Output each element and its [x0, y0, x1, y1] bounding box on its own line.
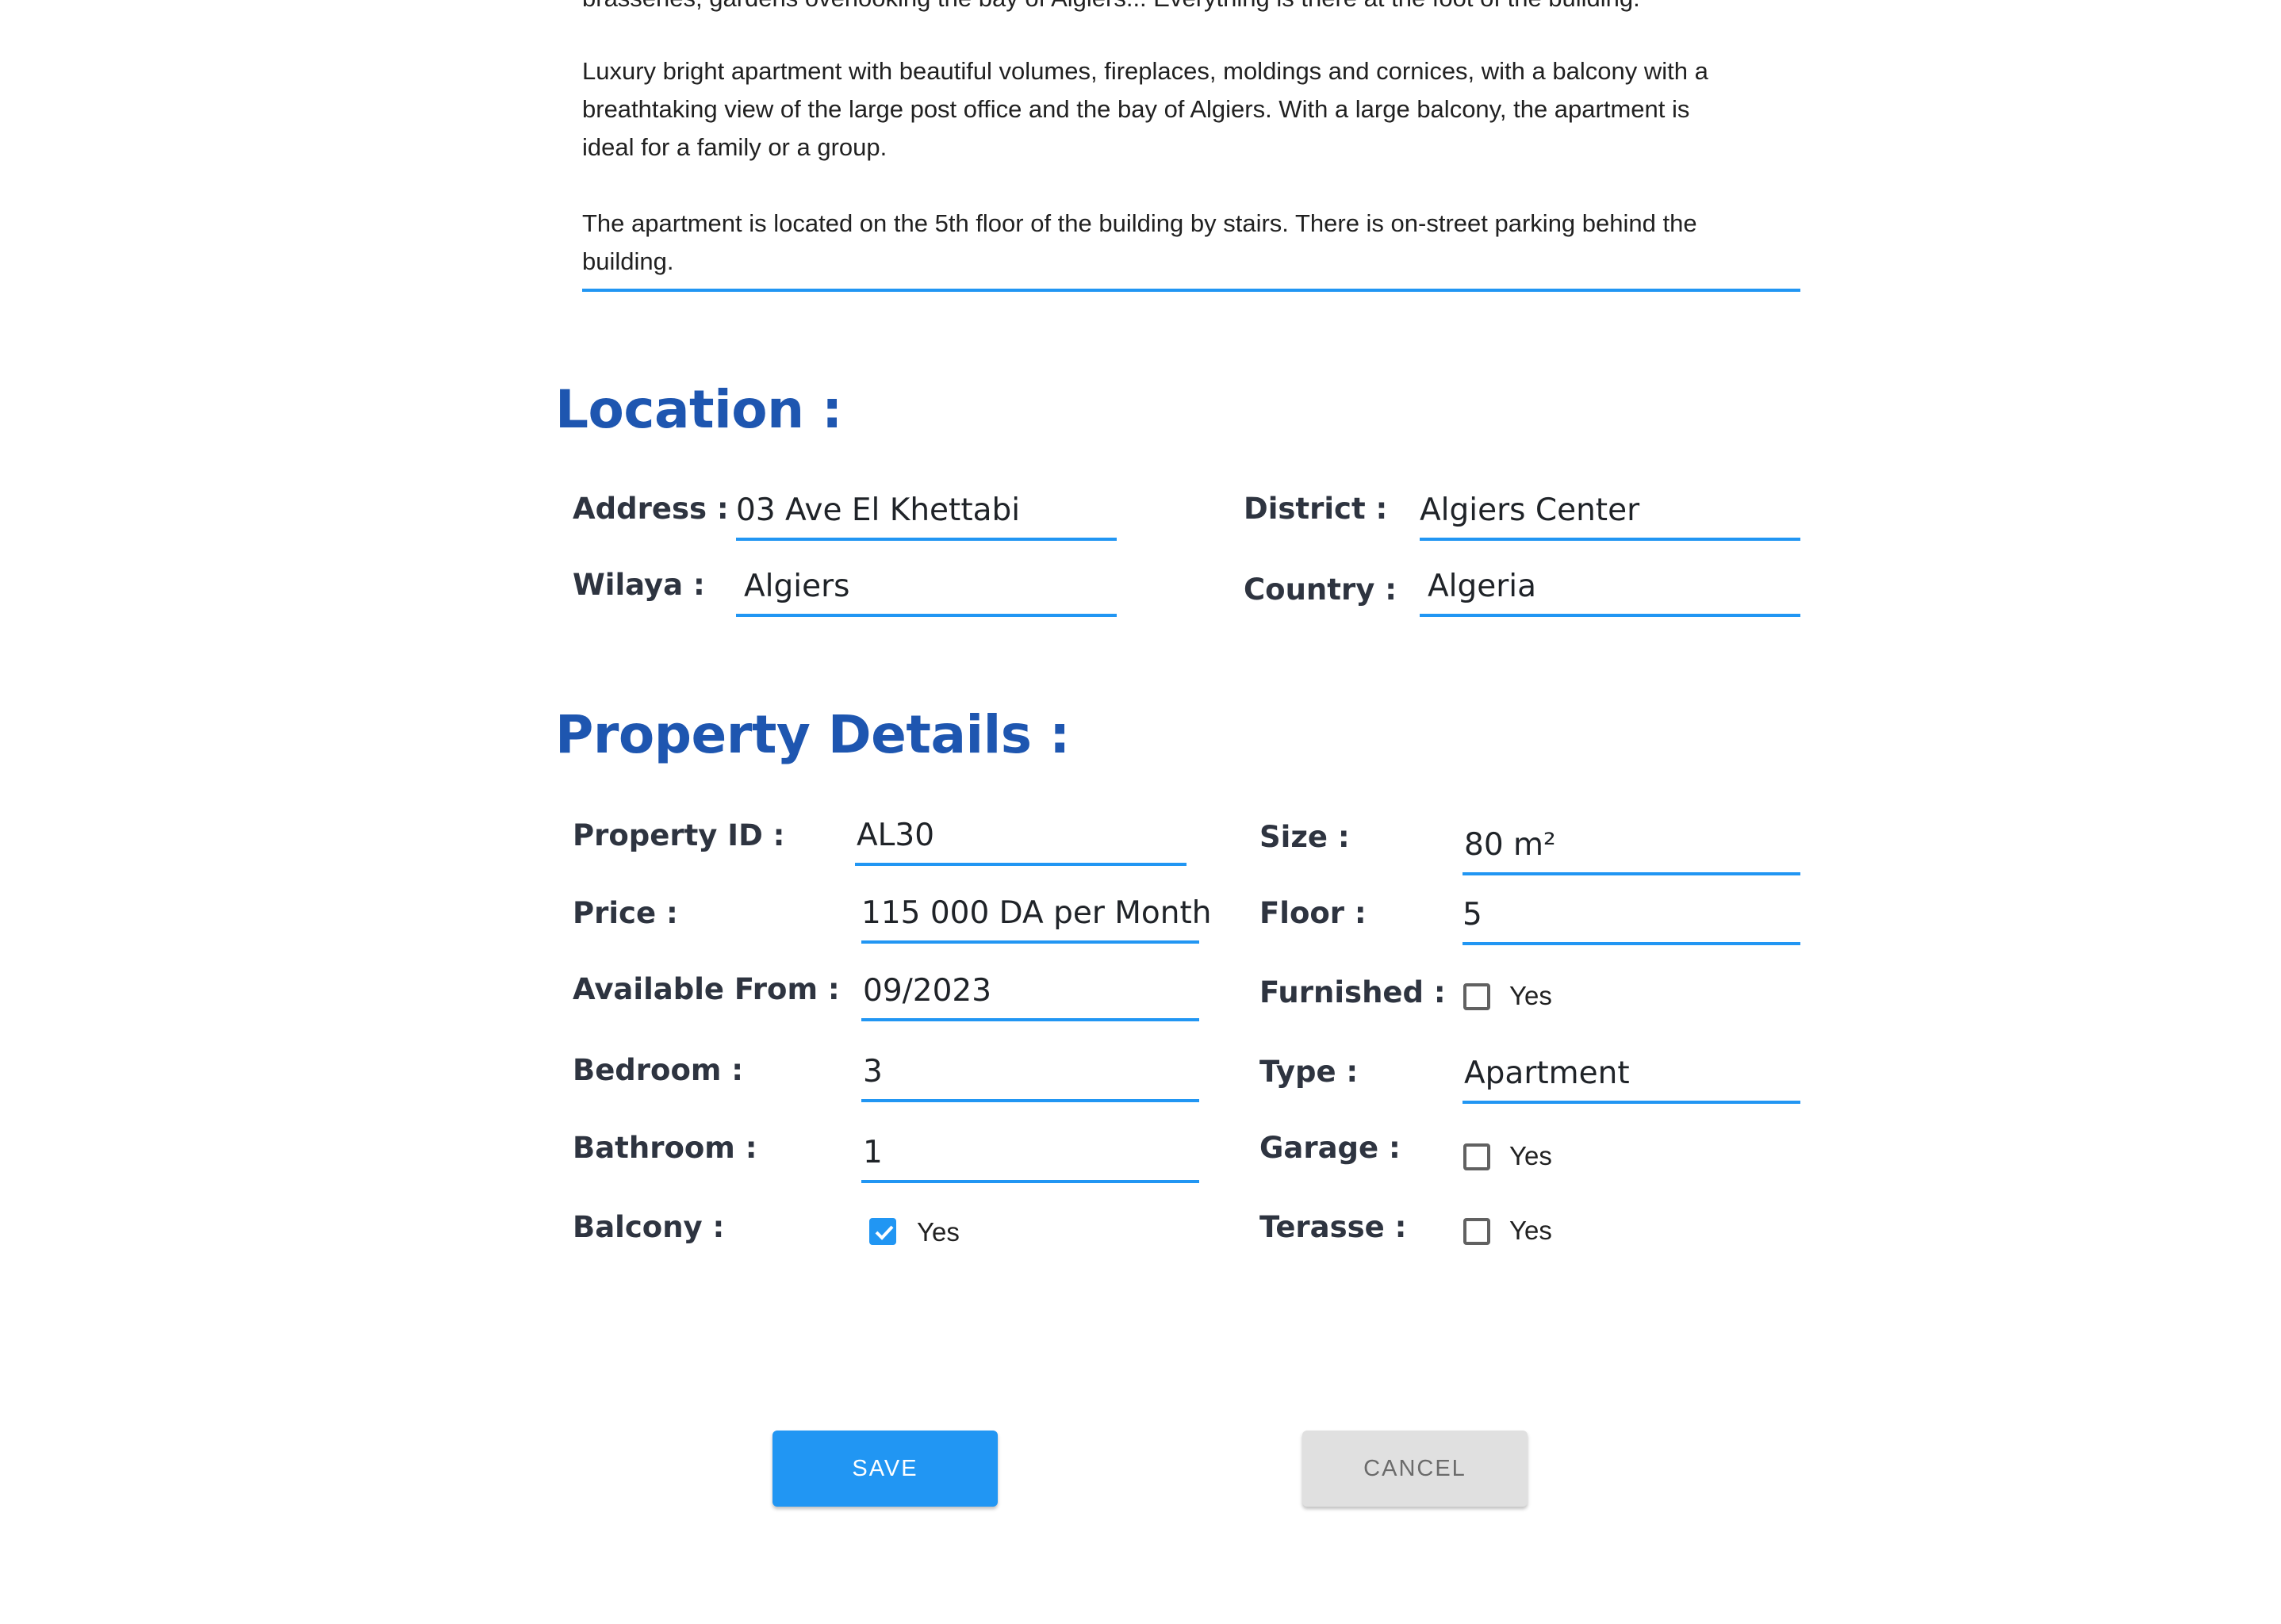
- bathroom-label: Bathroom :: [573, 1131, 757, 1165]
- description-line: building.: [582, 247, 674, 275]
- property-id-label: Property ID :: [573, 818, 785, 852]
- furnished-option-label: Yes: [1509, 981, 1552, 1010]
- available-from-input[interactable]: 09/2023: [861, 971, 1199, 1021]
- bedroom-label: Bedroom :: [573, 1053, 744, 1087]
- type-input[interactable]: Apartment: [1463, 1053, 1800, 1104]
- balcony-checkbox[interactable]: [869, 1218, 896, 1245]
- wilaya-value: Algiers: [744, 569, 850, 604]
- floor-label: Floor :: [1259, 896, 1367, 930]
- description-line: breathtaking view of the large post offi…: [582, 95, 1690, 123]
- district-input[interactable]: Algiers Center: [1420, 490, 1800, 541]
- bedroom-input[interactable]: 3: [861, 1051, 1199, 1102]
- floor-input[interactable]: 5: [1463, 894, 1800, 945]
- description-textarea[interactable]: brasseries, gardens overlooking the bay …: [582, 0, 1800, 292]
- terasse-option-label: Yes: [1509, 1216, 1552, 1245]
- wilaya-input[interactable]: Algiers: [736, 566, 1117, 617]
- wilaya-label: Wilaya :: [573, 568, 705, 602]
- size-label: Size :: [1259, 820, 1350, 854]
- furnished-checkbox[interactable]: [1463, 983, 1490, 1010]
- property-details-heading: Property Details :: [555, 704, 1070, 765]
- bathroom-input[interactable]: 1: [861, 1132, 1199, 1183]
- address-label: Address :: [573, 492, 729, 526]
- checkmark-icon: [875, 1225, 894, 1240]
- price-label: Price :: [573, 896, 678, 930]
- balcony-label: Balcony :: [573, 1210, 725, 1244]
- balcony-option-label: Yes: [917, 1217, 960, 1247]
- save-button[interactable]: SAVE: [772, 1431, 998, 1507]
- country-input[interactable]: Algeria: [1420, 566, 1800, 617]
- description-line: Luxury bright apartment with beautiful v…: [582, 57, 1708, 85]
- property-id-value: AL30: [857, 818, 935, 853]
- district-label: District :: [1244, 492, 1388, 526]
- size-value: 80 m²: [1464, 827, 1556, 863]
- terasse-label: Terasse :: [1259, 1210, 1407, 1244]
- district-value: Algiers Center: [1420, 492, 1640, 528]
- price-value: 115 000 DA per Month: [861, 895, 1212, 931]
- description-line: brasseries, gardens overlooking the bay …: [582, 0, 1640, 13]
- location-heading: Location :: [555, 379, 842, 440]
- garage-option-label: Yes: [1509, 1141, 1552, 1170]
- garage-checkbox[interactable]: [1463, 1143, 1490, 1170]
- type-label: Type :: [1259, 1055, 1359, 1089]
- price-input[interactable]: 115 000 DA per Month: [861, 893, 1212, 944]
- country-label: Country :: [1244, 573, 1397, 607]
- address-input[interactable]: 03 Ave El Khettabi: [736, 490, 1117, 541]
- bathroom-value: 1: [863, 1135, 883, 1170]
- cancel-button[interactable]: CANCEL: [1302, 1431, 1528, 1507]
- country-value: Algeria: [1428, 569, 1537, 604]
- bedroom-value: 3: [863, 1054, 883, 1090]
- available-from-value: 09/2023: [863, 973, 992, 1009]
- description-line: The apartment is located on the 5th floo…: [582, 209, 1697, 237]
- property-id-input[interactable]: AL30: [855, 815, 1187, 866]
- garage-label: Garage :: [1259, 1131, 1401, 1165]
- terasse-checkbox[interactable]: [1463, 1218, 1490, 1245]
- size-input[interactable]: 80 m²: [1463, 825, 1800, 875]
- type-value: Apartment: [1464, 1055, 1630, 1091]
- description-line: ideal for a family or a group.: [582, 133, 887, 161]
- furnished-label: Furnished :: [1259, 975, 1446, 1009]
- floor-value: 5: [1463, 897, 1482, 933]
- available-from-label: Available From :: [573, 972, 840, 1006]
- address-value: 03 Ave El Khettabi: [736, 492, 1021, 528]
